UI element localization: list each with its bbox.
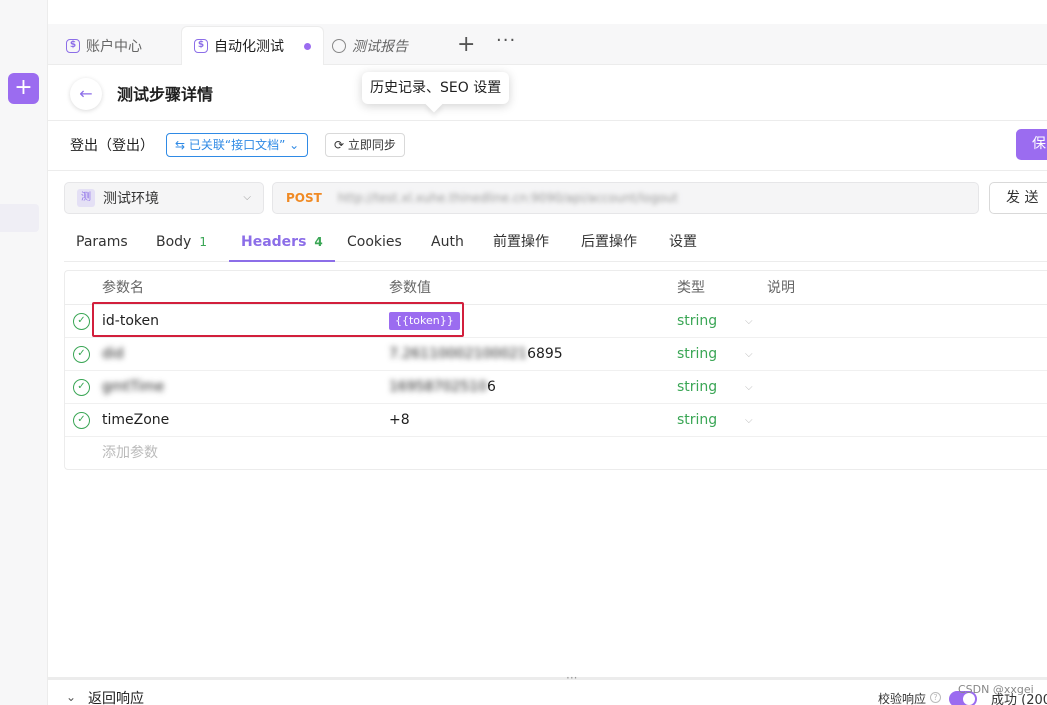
env-badge: 测 <box>77 189 95 207</box>
more-icon[interactable]: ··· <box>496 30 516 51</box>
tab-headers[interactable]: Headers 4 <box>229 222 335 262</box>
table-row[interactable]: ✓ gmtTime 169587025106 string ⌵ <box>65 371 1047 404</box>
request-tabs: Params Body 1 Headers 4 Cookies Auth 前置操作 … <box>64 222 1047 262</box>
new-tab-icon[interactable]: + <box>457 32 475 57</box>
divider <box>48 120 1047 121</box>
tab-account-center[interactable]: $ 账户中心 <box>66 26 142 65</box>
unsaved-dot-icon <box>304 42 311 50</box>
sync-button[interactable]: ⟳ 立即同步 <box>325 133 405 157</box>
check-circle-icon[interactable]: ✓ <box>73 346 90 363</box>
chevron-down-icon[interactable]: ⌄ <box>66 690 76 704</box>
refresh-icon: ⟳ <box>334 138 348 152</box>
add-param-input[interactable]: 添加参数 <box>102 437 158 470</box>
tab-pre-operation[interactable]: 前置操作 <box>493 222 549 262</box>
doc-icon: $ <box>66 38 80 53</box>
step-name: 登出（登出） <box>70 138 154 154</box>
param-value[interactable]: +8 <box>389 404 410 437</box>
add-icon[interactable]: + <box>8 73 39 104</box>
environment-select[interactable]: 测 测试环境 ⌵ <box>64 182 264 214</box>
check-circle-icon[interactable]: ✓ <box>73 412 90 429</box>
table-row[interactable]: ✓ did 7.261100021000216895 string ⌵ <box>65 338 1047 371</box>
chevron-down-icon[interactable]: ⌵ <box>745 338 753 371</box>
response-panel-bar: ··· ⌄ 返回响应 校验响应 ? 成功 (200 <box>48 671 1047 705</box>
divider <box>48 170 1047 171</box>
help-icon[interactable]: ? <box>930 692 941 703</box>
highlight-box <box>92 302 464 337</box>
left-rail: + <box>0 0 48 705</box>
chevron-down-icon: ⌵ <box>243 192 251 203</box>
tooltip: 历史记录、SEO 设置 <box>362 72 510 104</box>
add-param-row[interactable]: 添加参数 <box>65 437 1047 470</box>
param-name[interactable]: timeZone <box>102 404 169 437</box>
response-label[interactable]: 返回响应 <box>88 688 144 705</box>
url-text: http://test.xl.xuhe.thinedline.cn:9090/a… <box>337 191 678 205</box>
chevron-down-icon[interactable]: ⌵ <box>745 305 753 338</box>
env-label: 测试环境 <box>103 191 159 207</box>
param-type[interactable]: string <box>677 404 717 437</box>
table-header: 参数名 参数值 类型 说明 <box>65 271 1047 305</box>
url-input[interactable]: POST http://test.xl.xuhe.thinedline.cn:9… <box>272 182 979 214</box>
param-type[interactable]: string <box>677 305 717 338</box>
tab-body[interactable]: Body 1 <box>156 222 207 262</box>
verify-label: 校验响应 <box>878 692 927 705</box>
chevron-down-icon[interactable]: ⌵ <box>745 371 753 404</box>
check-circle-icon[interactable]: ✓ <box>73 313 90 330</box>
watermark: CSDN @xxgei <box>958 683 1034 696</box>
http-method: POST <box>286 191 322 205</box>
chevron-down-icon[interactable]: ⌵ <box>745 404 753 437</box>
param-type[interactable]: string <box>677 371 717 404</box>
tab-automation-test[interactable]: $ 自动化测试 <box>181 26 324 65</box>
check-circle-icon[interactable]: ✓ <box>73 379 90 396</box>
param-type[interactable]: string <box>677 338 717 371</box>
params-table: 参数名 参数值 类型 说明 ✓ id-token {{token}} strin… <box>64 270 1047 470</box>
chevron-down-icon: ⌄ <box>285 138 300 152</box>
tab-cookies[interactable]: Cookies <box>347 222 402 262</box>
param-name[interactable]: gmtTime <box>102 371 164 404</box>
save-button[interactable]: 保 <box>1016 129 1047 160</box>
tab-auth[interactable]: Auth <box>431 222 464 262</box>
doc-icon: $ <box>194 39 208 53</box>
back-arrow-icon[interactable]: ← <box>70 78 102 110</box>
send-button[interactable]: 发 送 <box>989 182 1047 214</box>
linked-doc-badge[interactable]: ⇆ 已关联“接口文档” ⌄ <box>166 133 309 157</box>
table-row[interactable]: ✓ timeZone +8 string ⌵ <box>65 404 1047 437</box>
rail-selected-item[interactable] <box>0 204 39 232</box>
page-title: 测试步骤详情 <box>117 85 214 104</box>
tab-params[interactable]: Params <box>76 222 128 262</box>
tab-test-report[interactable]: 测试报告 <box>332 26 408 65</box>
resize-handle-icon[interactable]: ··· <box>566 671 577 685</box>
tab-post-operation[interactable]: 后置操作 <box>581 222 637 262</box>
report-icon <box>332 38 346 53</box>
tab-settings[interactable]: 设置 <box>669 222 697 262</box>
tab-bar: $ 账户中心 $ 自动化测试 测试报告 + ··· <box>48 24 1047 65</box>
link-icon: ⇆ <box>175 138 189 152</box>
param-name[interactable]: did <box>102 338 124 371</box>
